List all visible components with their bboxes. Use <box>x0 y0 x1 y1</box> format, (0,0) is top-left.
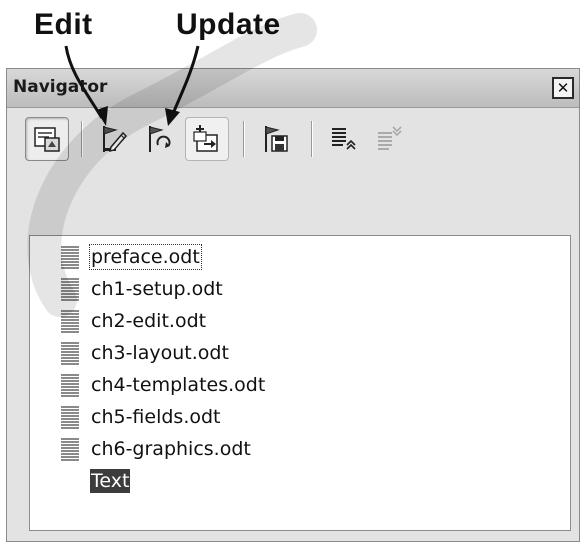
update-button[interactable] <box>137 117 181 161</box>
title-bar[interactable]: Navigator ✕ <box>7 69 579 108</box>
insert-button[interactable] <box>185 117 229 161</box>
list-item[interactable]: ch3-layout.odt <box>60 338 230 368</box>
list-item-label: Text <box>90 469 131 493</box>
save-contents-icon <box>265 126 288 152</box>
document-icon <box>61 342 79 365</box>
toolbar-separator <box>311 121 313 157</box>
close-icon: ✕ <box>556 78 570 97</box>
list-item-label: preface.odt <box>89 244 202 270</box>
window-title: Navigator <box>13 77 108 97</box>
document-icon <box>61 310 79 333</box>
list-item-label: ch3-layout.odt <box>91 342 229 364</box>
move-down-icon <box>378 126 402 150</box>
update-icon <box>149 126 171 152</box>
list-item[interactable]: ch2-edit.odt <box>60 306 207 336</box>
navigator-toolbar <box>25 117 565 169</box>
document-icon <box>61 406 79 429</box>
document-icon <box>61 278 79 301</box>
update-callout-label: Update <box>176 8 281 41</box>
move-up-button[interactable] <box>321 117 365 161</box>
list-item-label: ch5-fields.odt <box>91 406 221 428</box>
icon-spacer <box>60 469 80 493</box>
screenshot: Edit Update Navigator ✕ preface.odt ch1-… <box>0 0 582 544</box>
document-icon <box>61 438 79 461</box>
move-down-button[interactable] <box>367 117 411 161</box>
document-icon <box>61 246 79 269</box>
list-item-label: ch1-setup.odt <box>91 278 223 300</box>
toolbar-separator <box>81 121 83 157</box>
list-item[interactable]: ch1-setup.odt <box>60 274 224 304</box>
list-item-label: ch4-templates.odt <box>91 374 266 396</box>
list-item[interactable]: Text <box>60 466 131 496</box>
toggle-master-view-icon <box>34 127 60 152</box>
save-contents-button[interactable] <box>253 117 297 161</box>
edit-button[interactable] <box>91 117 135 161</box>
list-item[interactable]: ch5-fields.odt <box>60 402 222 432</box>
toggle-button[interactable] <box>25 117 69 161</box>
list-item[interactable]: ch4-templates.odt <box>60 370 266 400</box>
navigator-window: Navigator ✕ preface.odt ch1-setup.odt ch… <box>6 68 580 542</box>
move-up-icon <box>332 128 356 150</box>
insert-icon <box>193 125 218 152</box>
edit-callout-label: Edit <box>34 8 93 41</box>
toolbar-separator <box>243 121 245 157</box>
document-icon <box>61 374 79 397</box>
list-item[interactable]: preface.odt <box>60 242 202 272</box>
list-item-label: ch2-edit.odt <box>91 310 207 332</box>
close-button[interactable]: ✕ <box>552 77 574 99</box>
document-list[interactable]: preface.odt ch1-setup.odt ch2-edit.odt c… <box>29 235 571 531</box>
list-item-label: ch6-graphics.odt <box>91 438 251 460</box>
edit-icon <box>103 126 128 153</box>
list-item[interactable]: ch6-graphics.odt <box>60 434 252 464</box>
